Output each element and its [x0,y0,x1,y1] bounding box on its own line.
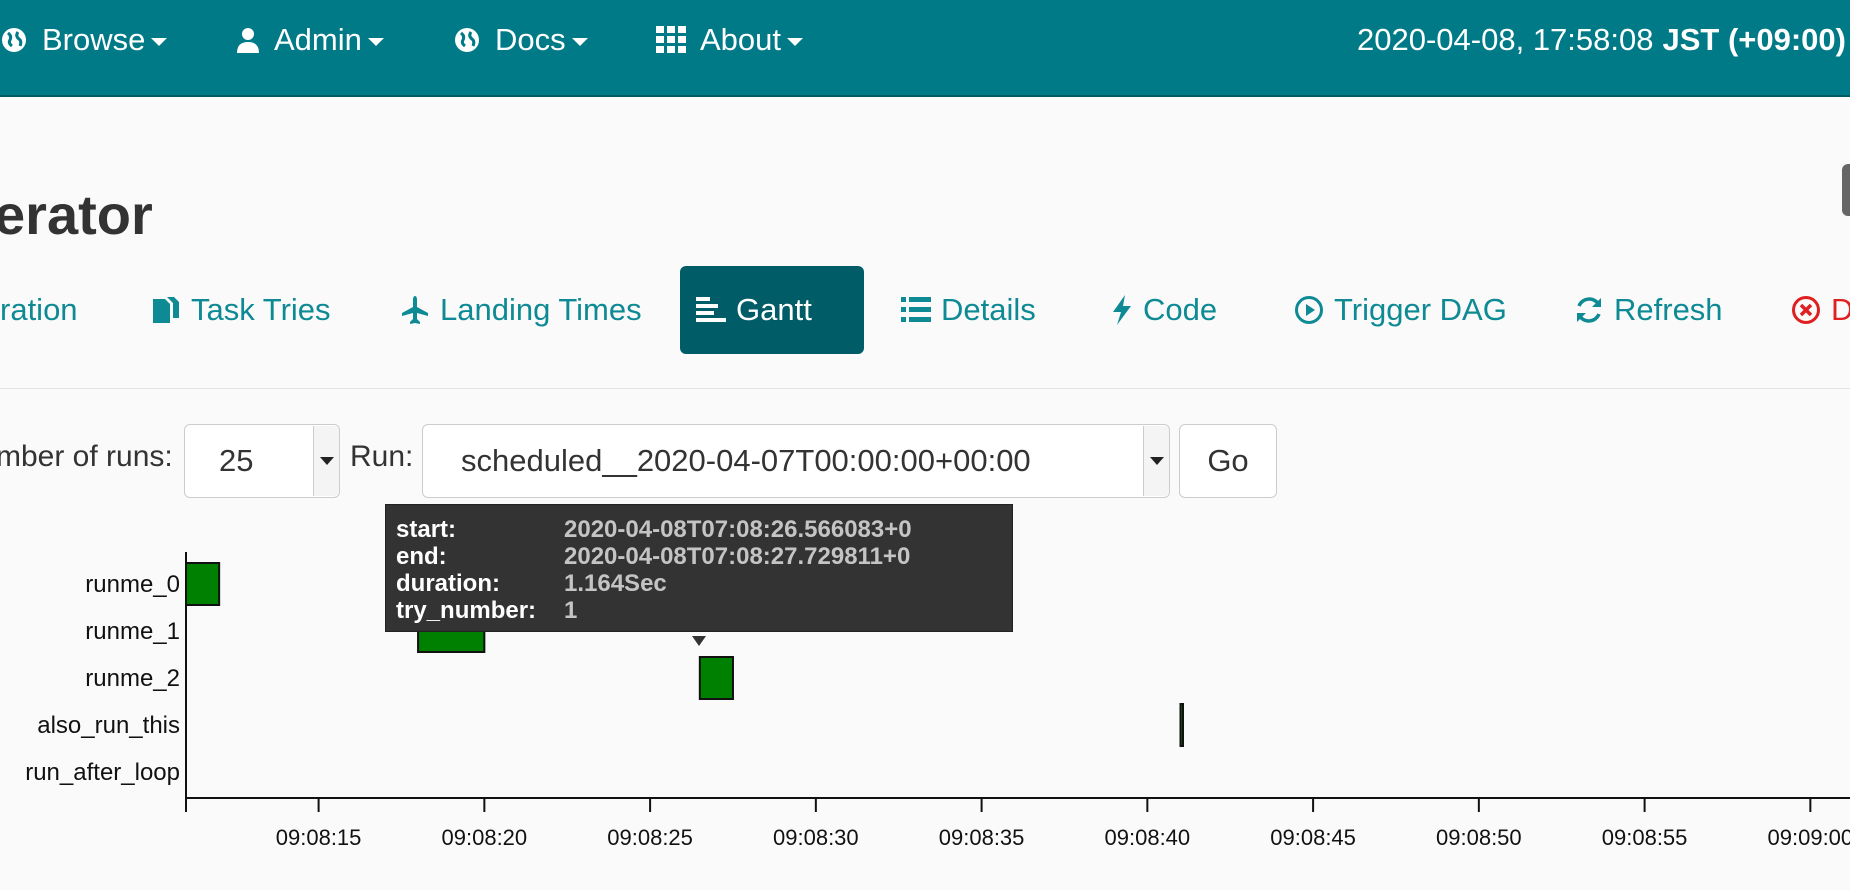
x-tick-label: 09:08:35 [939,825,1025,850]
x-tick-label: 09:08:25 [607,825,693,850]
tooltip-row: start: 2020-04-08T07:08:26.566083+0 [396,516,1002,543]
lane-label-run-after-loop: run_after_loop [25,759,180,786]
x-tick-label: 09:08:15 [276,825,362,850]
x-tick-label: 09:09:00 [1768,825,1850,850]
x-tick-label: 09:08:50 [1436,825,1522,850]
x-tick-label: 09:08:40 [1105,825,1191,850]
lane-label-also-run-this: also_run_this [37,712,180,739]
x-tick-label: 09:08:45 [1270,825,1356,850]
tooltip-value: 2020-04-08T07:08:27.729811+0 [564,543,911,570]
task-bar-also-run-this[interactable] [1179,703,1184,747]
tooltip-value: 1.164Sec [564,570,667,597]
tooltip-pointer [692,636,706,646]
tooltip-key: try_number: [396,597,537,624]
x-tick-label: 09:08:30 [773,825,859,850]
tooltip-key: start: [396,516,457,543]
tooltip-key: duration: [396,570,500,597]
tooltip-value: 2020-04-08T07:08:26.566083+0 [564,516,912,543]
tooltip-row: try_number: 1 [396,597,1002,624]
tooltip-value: 1 [564,597,578,624]
tooltip-row: end: 2020-04-08T07:08:27.729811+0 [396,543,1002,570]
task-bar-runme-2[interactable] [698,656,734,700]
x-tick-label: 09:08:55 [1602,825,1688,850]
x-tick-label: 09:08:20 [442,825,528,850]
lane-label-runme-2: runme_2 [85,665,180,692]
task-tooltip: start: 2020-04-08T07:08:26.566083+0 end:… [385,504,1013,632]
lane-label-runme-1: runme_1 [85,618,180,645]
task-bar-runme-0[interactable] [185,562,221,606]
tooltip-row: duration: 1.164Sec [396,570,1002,597]
lane-label-runme-0: runme_0 [85,571,180,598]
gantt-chart: runme_0 runme_1 runme_2 also_run_this run_af… [25,552,1850,850]
tooltip-key: end: [396,543,447,570]
